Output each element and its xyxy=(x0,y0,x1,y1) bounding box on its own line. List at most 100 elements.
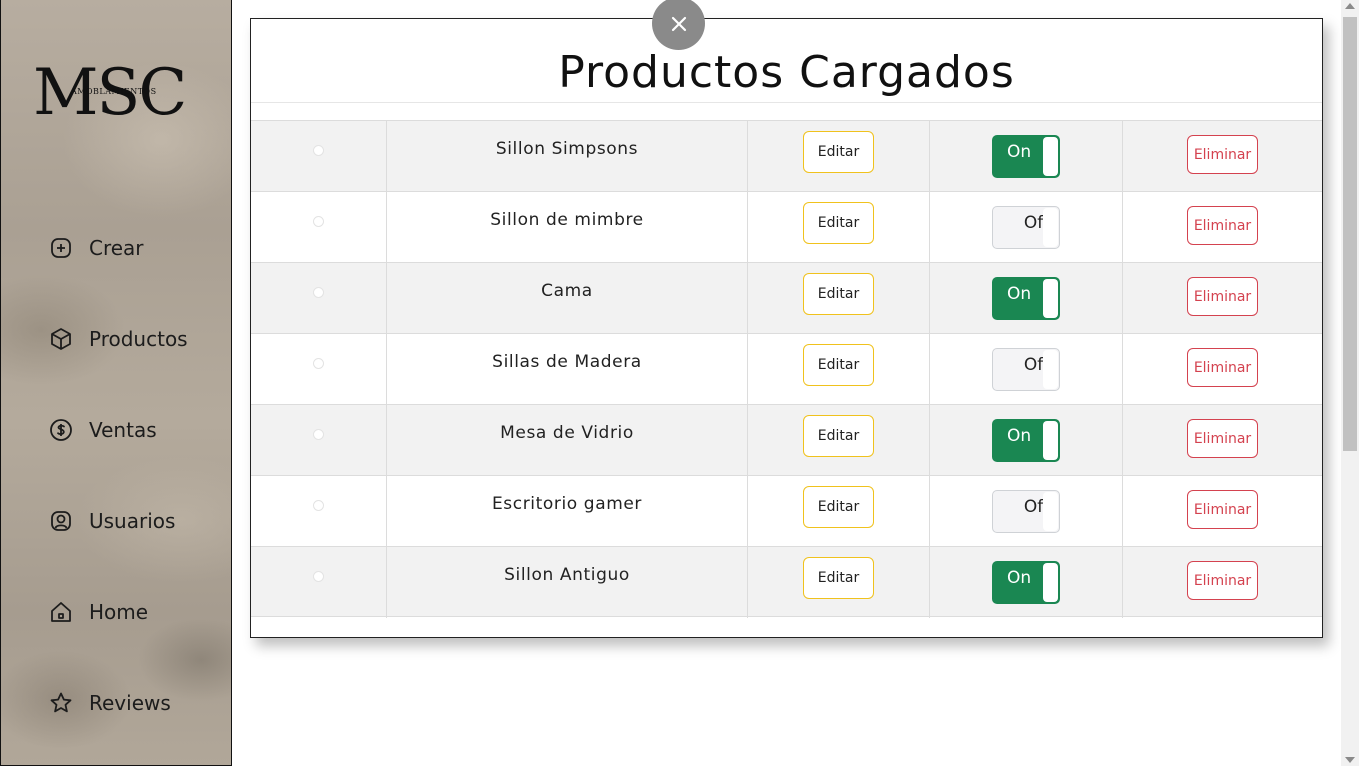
scroll-down-arrow-icon[interactable] xyxy=(1345,757,1355,763)
edit-button[interactable]: Editar xyxy=(803,557,874,599)
row-select-radio[interactable] xyxy=(313,429,324,440)
product-name: Sillon Simpsons xyxy=(495,139,639,159)
select-cell xyxy=(251,476,386,547)
logo-subtitle: AMOBLAMIENTOS xyxy=(71,87,157,96)
products-panel: Productos Cargados Sillon Simpsons Editar… xyxy=(250,18,1323,638)
edit-cell: Editar xyxy=(747,405,929,476)
row-select-radio[interactable] xyxy=(313,500,324,511)
status-toggle[interactable]: On xyxy=(992,419,1060,462)
products-table: Sillon Simpsons Editar On Eliminar Sillon de… xyxy=(251,120,1322,618)
select-cell xyxy=(251,192,386,263)
product-name: Sillon de mimbre xyxy=(490,210,644,230)
edit-cell: Editar xyxy=(747,334,929,405)
select-cell xyxy=(251,263,386,334)
edit-cell: Editar xyxy=(747,547,929,618)
product-name: Sillas de Madera xyxy=(492,352,642,372)
table-row: Escritorio gamer Editar Off Eliminar xyxy=(251,475,1322,547)
edit-button[interactable]: Editar xyxy=(803,486,874,528)
row-select-radio[interactable] xyxy=(313,571,324,582)
edit-button[interactable]: Editar xyxy=(803,415,874,457)
sidebar-item-label: Usuarios xyxy=(89,509,176,533)
edit-button[interactable]: Editar xyxy=(803,273,874,315)
row-select-radio[interactable] xyxy=(313,145,324,156)
sidebar-item-label: Ventas xyxy=(89,418,157,442)
product-name: Cama xyxy=(541,281,593,301)
name-cell: Sillas de Madera xyxy=(386,334,747,405)
edit-button[interactable]: Editar xyxy=(803,131,874,173)
sidebar-item-label: Home xyxy=(89,600,149,624)
edit-cell: Editar xyxy=(747,121,929,192)
toggle-knob xyxy=(1043,563,1058,602)
sidebar-item-ventas[interactable]: Ventas xyxy=(49,415,157,445)
delete-button[interactable]: Eliminar xyxy=(1187,135,1258,174)
delete-cell: Eliminar xyxy=(1122,334,1322,405)
sidebar-item-reviews[interactable]: Reviews xyxy=(49,688,171,718)
edit-cell: Editar xyxy=(747,263,929,334)
status-toggle[interactable]: On xyxy=(992,135,1060,178)
sidebar-item-label: Reviews xyxy=(89,691,171,715)
name-cell: Sillon Antiguo xyxy=(386,547,747,618)
toggle-knob xyxy=(1043,350,1058,389)
sidebar-item-label: Productos xyxy=(89,327,188,351)
status-cell: On xyxy=(929,121,1122,192)
scroll-up-arrow-icon[interactable] xyxy=(1345,3,1355,9)
toggle-knob xyxy=(1043,492,1058,531)
user-square-icon xyxy=(51,511,71,531)
delete-button[interactable]: Eliminar xyxy=(1187,561,1258,600)
sidebar-item-usuarios[interactable]: Usuarios xyxy=(49,506,175,536)
name-cell: Escritorio gamer xyxy=(386,476,747,547)
toggle-knob xyxy=(1043,208,1058,247)
scroll-thumb[interactable] xyxy=(1343,17,1357,451)
status-cell: Off xyxy=(929,334,1122,405)
status-toggle[interactable]: Off xyxy=(992,348,1060,391)
product-name: Sillon Antiguo xyxy=(504,565,630,585)
edit-cell: Editar xyxy=(747,476,929,547)
product-name: Mesa de Vidrio xyxy=(500,423,634,443)
toggle-label: On xyxy=(1007,426,1032,446)
toggle-label: On xyxy=(1007,284,1032,304)
sidebar-item-home[interactable]: Home xyxy=(49,597,148,627)
table-row: Mesa de Vidrio Editar On Eliminar xyxy=(251,404,1322,476)
row-select-radio[interactable] xyxy=(313,287,324,298)
delete-button[interactable]: Eliminar xyxy=(1187,206,1258,245)
delete-button[interactable]: Eliminar xyxy=(1187,348,1258,387)
edit-button[interactable]: Editar xyxy=(803,344,874,386)
status-toggle[interactable]: Off xyxy=(992,490,1060,533)
status-cell: On xyxy=(929,405,1122,476)
select-cell xyxy=(251,547,386,618)
name-cell: Sillon Simpsons xyxy=(386,121,747,192)
home-icon xyxy=(51,602,71,622)
table-row: Sillon Simpsons Editar On Eliminar xyxy=(251,120,1322,192)
delete-button[interactable]: Eliminar xyxy=(1187,277,1258,316)
name-cell: Sillon de mimbre xyxy=(386,192,747,263)
edit-button[interactable]: Editar xyxy=(803,202,874,244)
delete-button[interactable]: Eliminar xyxy=(1187,419,1258,458)
delete-cell: Eliminar xyxy=(1122,263,1322,334)
select-cell xyxy=(251,121,386,192)
delete-button[interactable]: Eliminar xyxy=(1187,490,1258,529)
delete-cell: Eliminar xyxy=(1122,405,1322,476)
row-select-radio[interactable] xyxy=(313,358,324,369)
table-row: Sillas de Madera Editar Off Eliminar xyxy=(251,333,1322,405)
toggle-knob xyxy=(1043,137,1058,176)
sidebar-item-productos[interactable]: Productos xyxy=(49,324,188,354)
row-select-radio[interactable] xyxy=(313,216,324,227)
status-cell: Off xyxy=(929,192,1122,263)
sidebar: MSC AMOBLAMIENTOS Crear Productos Ventas… xyxy=(0,0,232,766)
select-cell xyxy=(251,334,386,405)
product-name: Escritorio gamer xyxy=(491,494,643,514)
brand-logo[interactable]: MSC AMOBLAMIENTOS xyxy=(33,60,205,126)
name-cell: Mesa de Vidrio xyxy=(386,405,747,476)
sidebar-item-crear[interactable]: Crear xyxy=(49,233,144,263)
delete-cell: Eliminar xyxy=(1122,192,1322,263)
status-toggle[interactable]: On xyxy=(992,561,1060,604)
scrollbar[interactable] xyxy=(1341,0,1359,766)
star-icon xyxy=(50,692,72,713)
status-cell: On xyxy=(929,263,1122,334)
delete-cell: Eliminar xyxy=(1122,476,1322,547)
status-toggle[interactable]: Off xyxy=(992,206,1060,249)
table-row: Sillon de mimbre Editar Off Eliminar xyxy=(251,191,1322,263)
plus-circle-icon xyxy=(51,238,71,258)
status-toggle[interactable]: On xyxy=(992,277,1060,320)
dollar-circle-icon xyxy=(50,419,72,441)
